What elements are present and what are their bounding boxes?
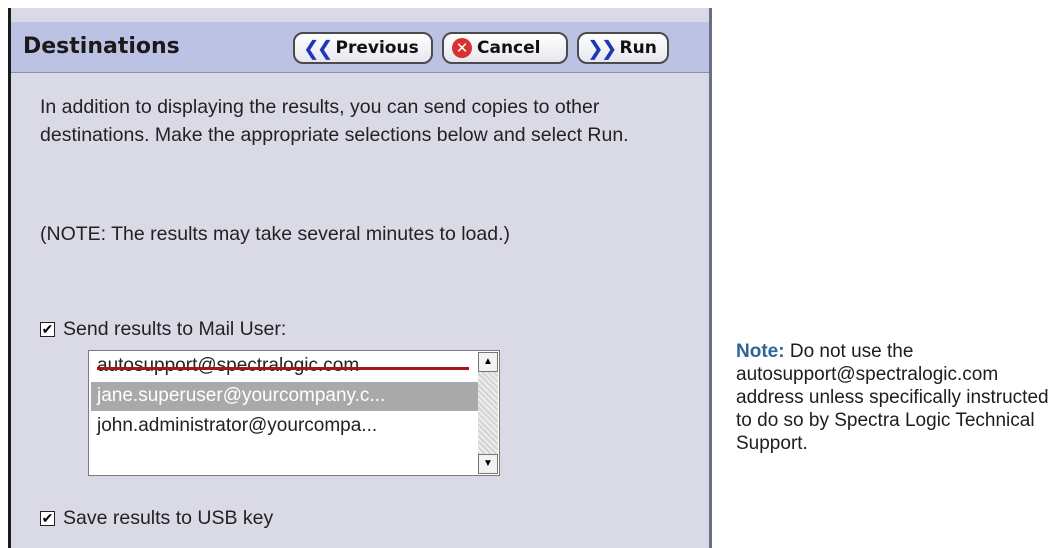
previous-button-label: Previous	[335, 38, 419, 58]
scrollbar-track[interactable]	[478, 372, 498, 454]
run-button-label: Run	[619, 38, 657, 58]
list-item[interactable]: autosupport@spectralogic.com	[91, 352, 481, 381]
dialog-header: Destinations ❮❮ Previous ✕ Cancel ❯❯ Run	[11, 22, 709, 73]
mail-user-email: john.administrator@yourcompa...	[97, 415, 378, 436]
note-label: Note:	[736, 341, 785, 362]
mail-user-email: autosupport@spectralogic.com	[97, 355, 360, 376]
double-chevron-right-icon: ❯❯	[587, 36, 617, 60]
send-mail-checkbox[interactable]: ✔	[40, 322, 55, 337]
cancel-button-label: Cancel	[477, 38, 541, 58]
cancel-button[interactable]: ✕ Cancel	[442, 32, 568, 64]
dialog-title: Destinations	[23, 34, 180, 59]
list-scrollbar[interactable]: ▲ ▼	[478, 352, 498, 474]
double-chevron-left-icon: ❮❮	[303, 36, 333, 60]
load-time-note: (NOTE: The results may take several minu…	[40, 223, 510, 245]
list-item[interactable]: jane.superuser@yourcompany.c...	[91, 382, 481, 411]
save-usb-option[interactable]: ✔ Save results to USB key	[40, 507, 273, 530]
send-mail-label: Send results to Mail User:	[63, 318, 287, 340]
scroll-down-arrow-icon[interactable]: ▼	[478, 454, 498, 474]
mail-user-email: jane.superuser@yourcompany.c...	[97, 385, 386, 406]
dialog-right-border	[709, 8, 712, 548]
save-usb-checkbox[interactable]: ✔	[40, 511, 55, 526]
cancel-icon: ✕	[452, 38, 472, 58]
destinations-dialog: Destinations ❮❮ Previous ✕ Cancel ❯❯ Run…	[8, 8, 712, 548]
send-mail-option[interactable]: ✔ Send results to Mail User:	[40, 318, 286, 341]
list-item[interactable]: john.administrator@yourcompa...	[91, 412, 481, 441]
strikethrough-line	[97, 367, 469, 370]
dialog-left-border	[8, 8, 11, 548]
side-note: Note: Do not use the autosupport@spectra…	[736, 340, 1056, 455]
previous-button[interactable]: ❮❮ Previous	[293, 32, 433, 64]
intro-text: In addition to displaying the results, y…	[40, 96, 629, 146]
mail-user-list[interactable]: autosupport@spectralogic.com jane.superu…	[88, 350, 500, 476]
save-usb-label: Save results to USB key	[63, 507, 274, 529]
run-button[interactable]: ❯❯ Run	[577, 32, 669, 64]
scroll-up-arrow-icon[interactable]: ▲	[478, 352, 498, 372]
